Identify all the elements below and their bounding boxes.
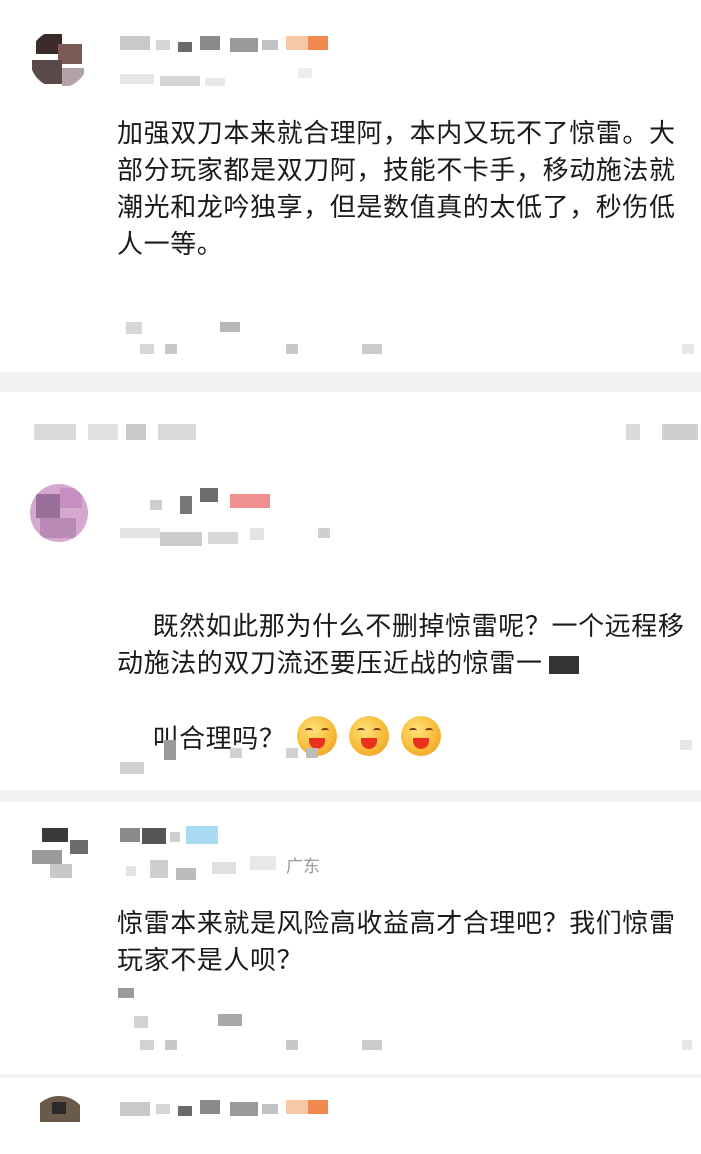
laughing-face-emoji (401, 716, 442, 756)
comment-text: 既然如此那为什么不删掉惊雷呢？一个远程移动施法的双刀流还要压近战的惊雷一 叫合理… (117, 572, 701, 797)
laughing-face-emoji (349, 716, 390, 756)
section-divider (0, 1074, 701, 1078)
section-divider (0, 372, 701, 392)
comment-text-line: 既然如此那为什么不删掉惊雷呢？一个远程移动施法的双刀流还要压近战的惊雷一 (117, 612, 685, 679)
comment-text: 惊雷本来就是风险高收益高才合理吧？我们惊雷玩家不是人呗？ (117, 909, 676, 976)
user-avatar[interactable] (30, 484, 88, 542)
section-divider (0, 790, 701, 802)
user-avatar[interactable] (30, 1096, 88, 1154)
user-avatar[interactable] (30, 820, 88, 878)
redacted-mark (548, 655, 579, 674)
region-label: 广东 (286, 857, 320, 877)
comment-text: 加强双刀本来就合理阿，本内又玩不了惊雷。大部分玩家都是双刀阿，技能不卡手，移动施… (117, 119, 676, 260)
user-avatar[interactable] (30, 30, 88, 88)
